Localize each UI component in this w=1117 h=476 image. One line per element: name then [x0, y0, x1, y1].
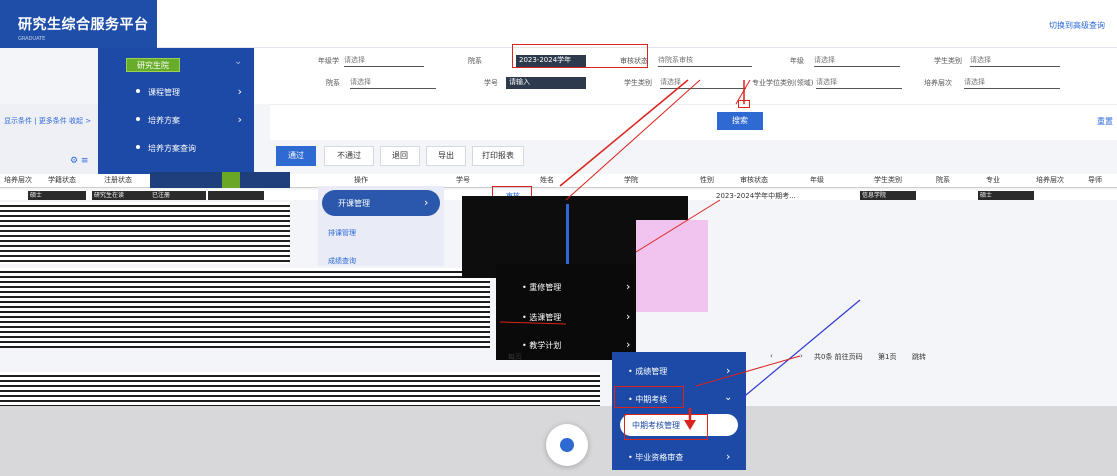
arrow-head: [684, 420, 696, 430]
annotation-arrow: [559, 79, 689, 187]
annotation-arrow: [565, 79, 701, 201]
annotation-arrow: [695, 355, 801, 387]
annotation-arrow: [735, 79, 751, 105]
annotation-arrows: [499, 79, 861, 430]
annotation-arrow: [635, 199, 721, 253]
annotation-arrow: [739, 299, 861, 401]
annotation-arrow: [499, 321, 567, 325]
